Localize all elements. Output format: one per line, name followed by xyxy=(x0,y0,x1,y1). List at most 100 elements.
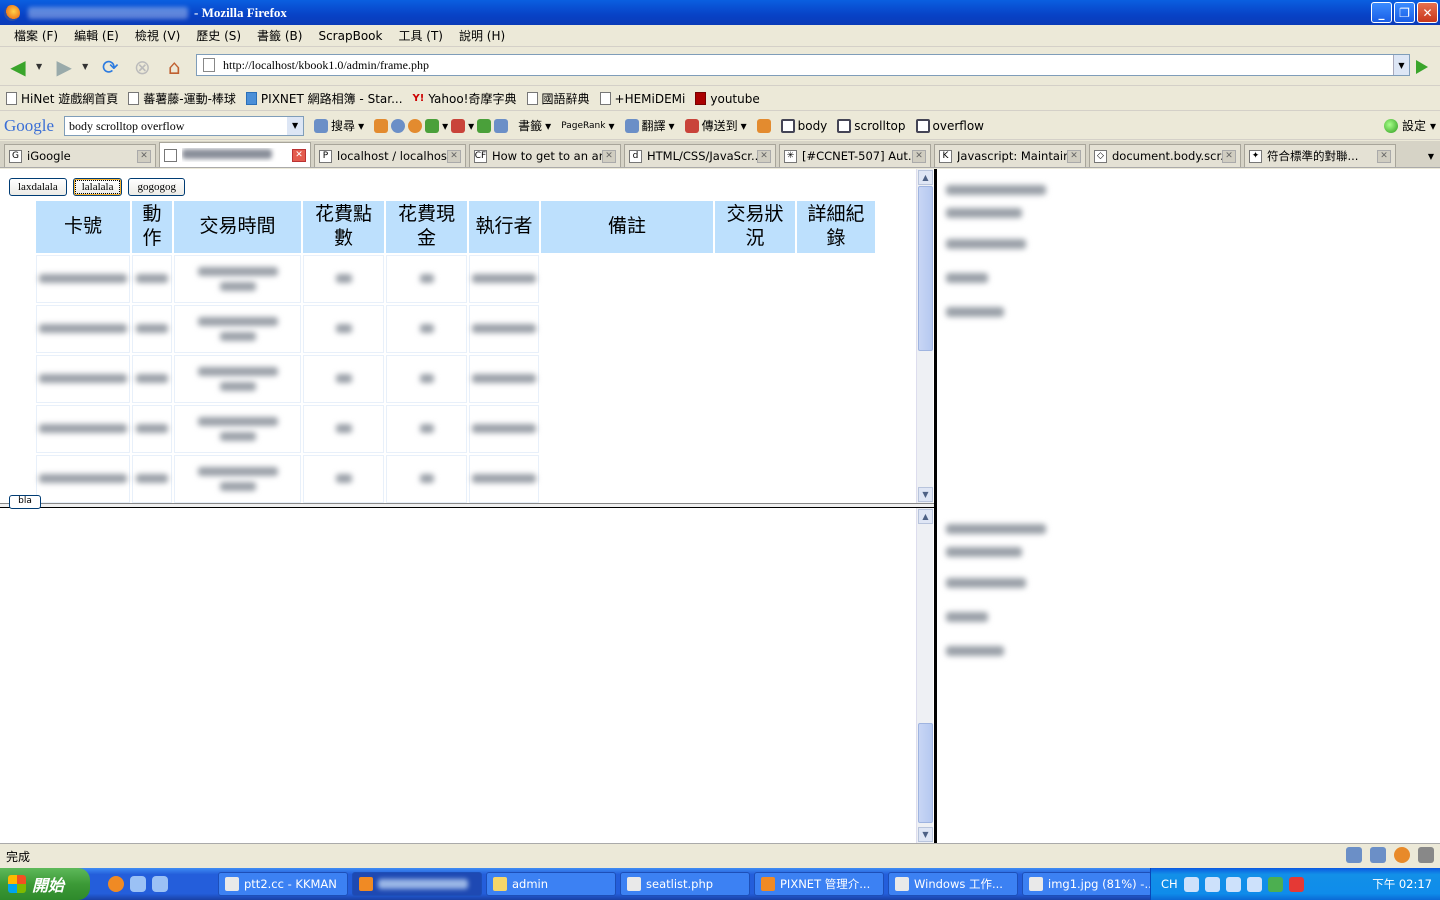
menu-edit[interactable]: 編輯 (E) xyxy=(66,27,127,44)
taskbar-item-image-viewer[interactable]: img1.jpg (81%) -... xyxy=(1022,872,1152,896)
antivirus-icon[interactable] xyxy=(1288,876,1304,892)
scroll-up-icon[interactable]: ▲ xyxy=(918,509,933,524)
taskbar-item-pixnet[interactable]: PIXNET 管理介... xyxy=(754,872,884,896)
tab-ccnet[interactable]: ✳ [#CCNET-507] Aut... ✕ xyxy=(779,144,931,167)
tab-coldfusion[interactable]: CFHow to get to an an...✕ xyxy=(469,144,621,167)
frame-top-left-scrollbar[interactable]: ▲ ▼ xyxy=(916,169,933,503)
taskbar-item-task-manager[interactable]: Windows 工作... xyxy=(888,872,1018,896)
menu-scrapbook[interactable]: ScrapBook xyxy=(310,29,390,43)
toolbar-icon-group[interactable]: ▾ ▾ xyxy=(374,118,509,133)
frame-bottom-left-scrollbar[interactable]: ▲ ▼ xyxy=(916,508,933,843)
tab-close-icon[interactable]: ✕ xyxy=(137,149,151,163)
bookmark-youtube[interactable]: youtube xyxy=(695,92,760,106)
forward-history-dropdown[interactable]: ▼ xyxy=(82,62,88,71)
list-item[interactable] xyxy=(946,227,1046,261)
taskbar-item-kkman[interactable]: ptt2.cc - KKMAN xyxy=(218,872,348,896)
expand-tray-icon[interactable] xyxy=(1246,876,1262,892)
find-word-scrolltop[interactable]: scrolltop xyxy=(837,118,906,133)
stop-icon[interactable]: ⊗ xyxy=(128,53,156,81)
menu-file[interactable]: 檔案 (F) xyxy=(6,27,66,44)
back-history-dropdown[interactable]: ▼ xyxy=(36,62,42,71)
frame-divider-vertical[interactable] xyxy=(934,169,937,843)
list-item[interactable] xyxy=(946,261,1046,295)
notepad-icon[interactable] xyxy=(1370,847,1386,863)
forward-arrow-icon[interactable]: ▶ xyxy=(50,53,78,81)
reload-icon[interactable]: ⟳ xyxy=(96,53,124,81)
bookmark-hinet[interactable]: HiNet 遊戲網首頁 xyxy=(6,90,118,107)
menu-history[interactable]: 歷史 (S) xyxy=(188,27,249,44)
tab-current[interactable]: ✕ xyxy=(159,142,311,167)
ie-icon[interactable] xyxy=(152,876,168,892)
tab-phpmyadmin[interactable]: Plocalhost / localhost ...✕ xyxy=(314,144,466,167)
list-item[interactable] xyxy=(946,566,1046,600)
home-icon[interactable]: ⌂ xyxy=(160,53,188,81)
tab-document-body[interactable]: ◇ document.body.scr... ✕ xyxy=(1089,144,1241,167)
find-word-overflow[interactable]: overflow xyxy=(915,118,984,133)
bookmark-pixnet[interactable]: PIXNET 網路相簿 - Star... xyxy=(245,90,403,107)
restore-button[interactable]: ❐ xyxy=(1394,2,1415,23)
menu-help[interactable]: 說明 (H) xyxy=(451,27,513,44)
tab-html-css-js[interactable]: d HTML/CSS/JavaScr... ✕ xyxy=(624,144,776,167)
list-item[interactable] xyxy=(946,538,1046,566)
bookmark-hemidemi[interactable]: +HEMiDEMi xyxy=(599,92,685,106)
scroll-thumb[interactable] xyxy=(918,723,933,823)
scroll-thumb[interactable] xyxy=(918,186,933,351)
list-item[interactable] xyxy=(946,199,1046,227)
find-word-body[interactable]: body xyxy=(780,118,827,133)
bookmark-yahoo-dictionary[interactable]: Y! Yahoo!奇摩字典 xyxy=(413,90,517,107)
tab-close-icon[interactable]: ✕ xyxy=(1067,149,1081,163)
pen-icon[interactable] xyxy=(1204,876,1220,892)
menu-view[interactable]: 檢視 (V) xyxy=(127,27,188,44)
send-to-button[interactable]: 傳送到 ▾ xyxy=(684,117,747,134)
outlook-icon[interactable] xyxy=(130,876,146,892)
tab-igoogle[interactable]: GiGoogle ✕ xyxy=(4,144,156,167)
scroll-up-icon[interactable]: ▲ xyxy=(918,170,933,185)
cursor-icon[interactable] xyxy=(1418,847,1434,863)
url-bar[interactable]: http://localhost/kbook1.0/admin/frame.ph… xyxy=(196,54,1410,76)
translate-button[interactable]: 翻譯 ▾ xyxy=(624,117,675,134)
minimize-button[interactable]: _ xyxy=(1371,2,1392,23)
language-indicator[interactable]: CH xyxy=(1161,877,1178,891)
google-search-input[interactable]: body scrolltop overflow ▼ xyxy=(64,115,305,136)
google-bookmarks-button[interactable]: 書籤 ▾ xyxy=(518,117,551,134)
url-dropdown[interactable]: ▼ xyxy=(1393,55,1409,75)
scroll-down-icon[interactable]: ▼ xyxy=(918,827,933,842)
firefox-icon[interactable] xyxy=(1394,847,1410,863)
gogogog-button[interactable]: gogogog xyxy=(128,178,185,196)
tab-close-icon[interactable]: ✕ xyxy=(757,149,771,163)
addon-icon[interactable] xyxy=(1346,847,1362,863)
google-settings-button[interactable]: 設定 ▾ xyxy=(1383,117,1436,134)
lalalala-button[interactable]: lalalala xyxy=(72,178,123,196)
taskbar-item-firefox[interactable] xyxy=(352,872,482,896)
tab-close-icon[interactable]: ✕ xyxy=(1222,149,1236,163)
menu-bookmarks[interactable]: 書籤 (B) xyxy=(249,27,310,44)
menu-tools[interactable]: 工具 (T) xyxy=(390,27,451,44)
network-icon[interactable] xyxy=(1267,876,1283,892)
bookmark-yam-sports[interactable]: 蕃薯藤-運動-棒球 xyxy=(128,90,236,107)
taskbar-item-admin[interactable]: admin xyxy=(486,872,616,896)
highlight-button[interactable] xyxy=(756,118,771,133)
firefox-icon[interactable] xyxy=(108,876,124,892)
scroll-down-icon[interactable]: ▼ xyxy=(918,487,933,502)
tab-close-icon[interactable]: ✕ xyxy=(292,148,306,162)
bookmark-mandarin-dictionary[interactable]: 國語辭典 xyxy=(526,90,590,107)
tab-javascript[interactable]: KJavascript: Maintain...✕ xyxy=(934,144,1086,167)
start-button[interactable]: 開始 xyxy=(0,868,90,900)
go-arrow-icon[interactable] xyxy=(1416,60,1428,74)
close-button[interactable]: ✕ xyxy=(1417,2,1438,23)
tab-couplet[interactable]: ✦ 符合標準的對聯... ✕ xyxy=(1244,144,1396,167)
back-arrow-icon[interactable]: ◀ xyxy=(4,53,32,81)
list-item[interactable] xyxy=(946,600,1046,634)
tab-close-icon[interactable]: ✕ xyxy=(912,149,926,163)
help-icon[interactable] xyxy=(1225,876,1241,892)
google-search-button[interactable]: 搜尋 ▾ xyxy=(314,117,364,134)
laxdalala-button[interactable]: laxdalala xyxy=(9,178,67,196)
tab-close-icon[interactable]: ✕ xyxy=(447,149,461,163)
pagerank-indicator[interactable]: PageRank ▾ xyxy=(561,119,614,133)
tab-close-icon[interactable]: ✕ xyxy=(1377,149,1391,163)
bla-button[interactable]: bla xyxy=(9,495,41,509)
search-history-dropdown[interactable]: ▼ xyxy=(287,116,304,135)
taskbar-item-seatlist[interactable]: seatlist.php xyxy=(620,872,750,896)
tab-close-icon[interactable]: ✕ xyxy=(602,149,616,163)
tab-list-dropdown[interactable]: ▼ xyxy=(1424,147,1438,165)
